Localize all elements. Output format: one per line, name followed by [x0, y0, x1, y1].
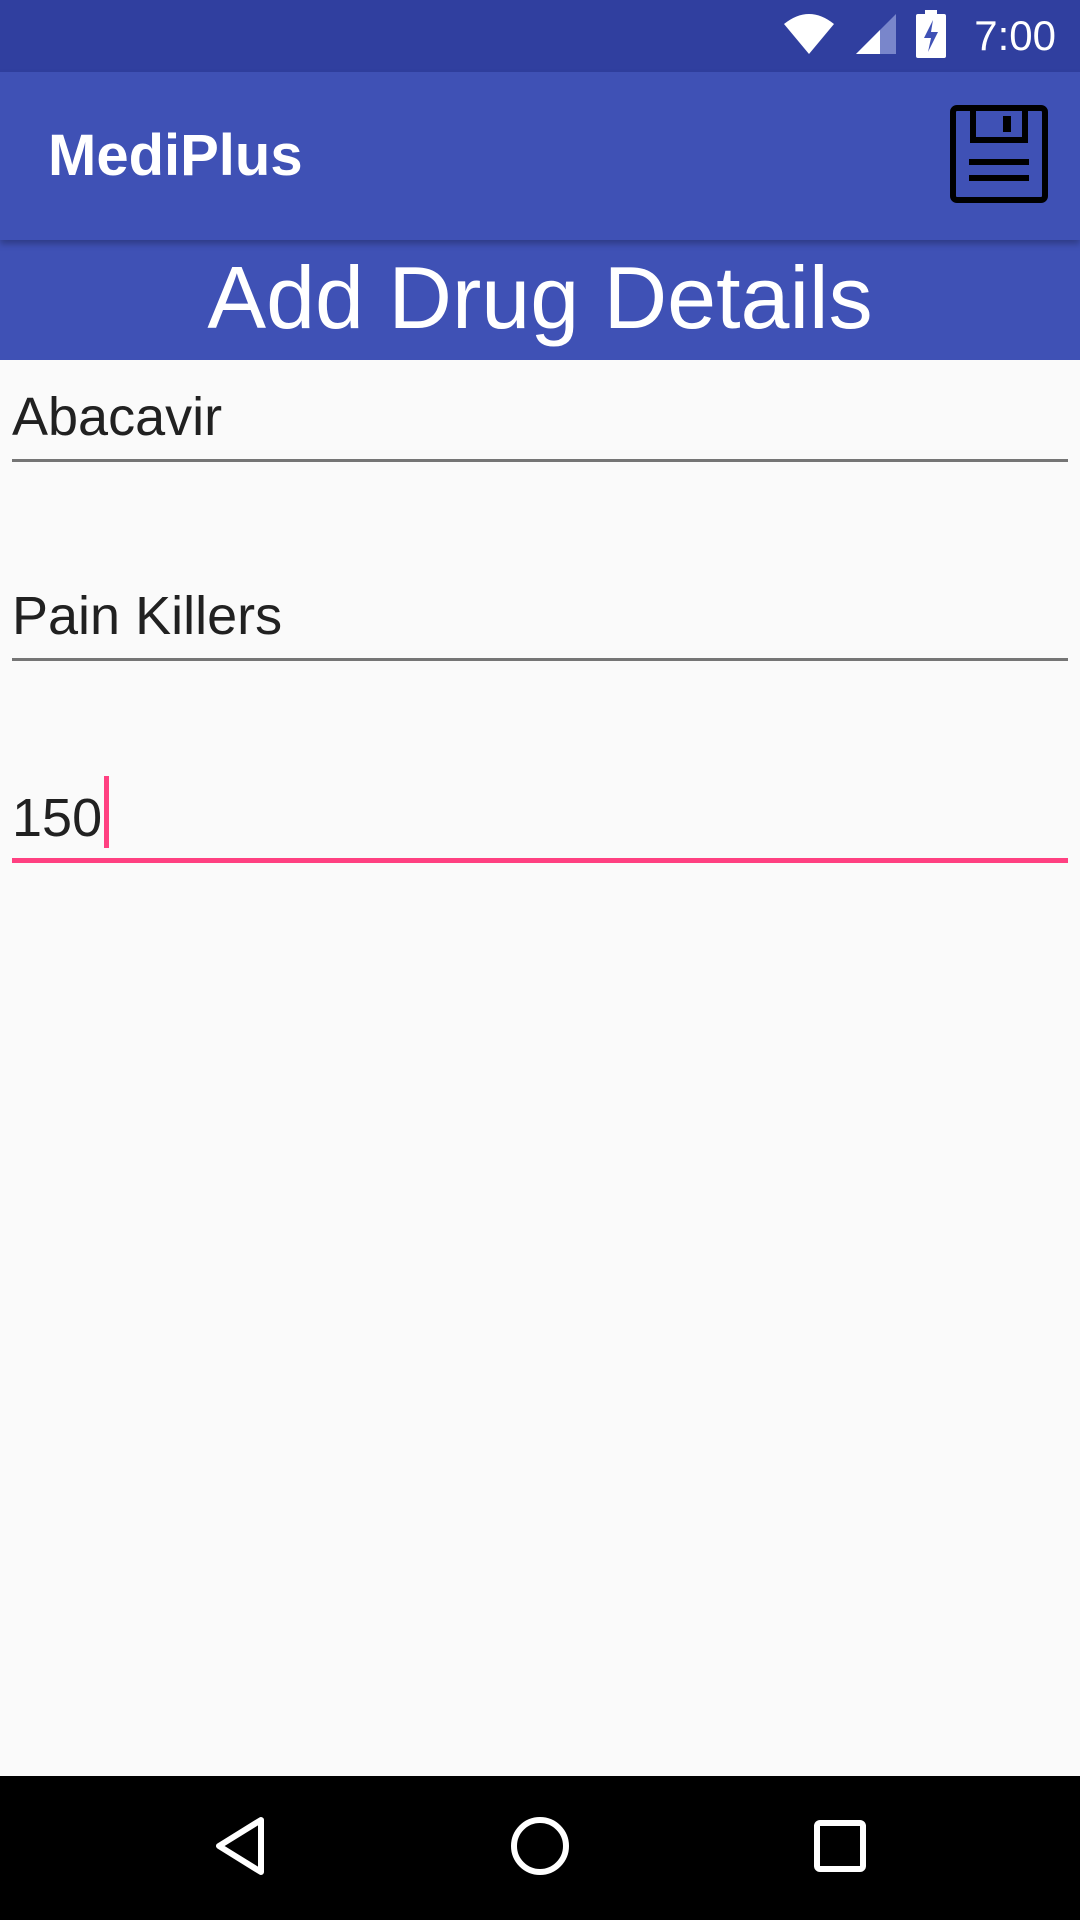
status-icons: 7:00: [782, 0, 1056, 72]
drug-name-value: Abacavir: [12, 387, 223, 447]
drug-quantity-field[interactable]: 150: [12, 776, 1068, 863]
drug-quantity-underline: [12, 858, 1068, 863]
signal-icon: [854, 12, 898, 61]
app-bar: MediPlus: [0, 72, 1080, 240]
save-icon: [949, 104, 1049, 209]
wifi-icon: [782, 12, 836, 61]
home-button[interactable]: [460, 1776, 620, 1920]
back-icon: [211, 1814, 271, 1883]
recents-button[interactable]: [760, 1776, 920, 1920]
drug-name-field[interactable]: Abacavir: [12, 382, 1068, 462]
app-title: MediPlus: [48, 123, 303, 188]
recents-icon: [813, 1819, 867, 1878]
drug-category-value: Pain Killers: [12, 586, 283, 646]
status-bar: 7:00: [0, 0, 1080, 72]
page-title: Add Drug Details: [207, 248, 873, 347]
drug-quantity-value: 150: [12, 788, 103, 848]
battery-charging-icon: [916, 9, 947, 63]
header-banner: Add Drug Details: [0, 240, 1080, 360]
back-button[interactable]: [161, 1776, 321, 1920]
nav-bar: [0, 1776, 1080, 1920]
text-cursor: [104, 776, 110, 848]
screen: 7:00 MediPlus Add Drug Details Abacavir: [0, 0, 1080, 1920]
status-time: 7:00: [974, 12, 1056, 59]
home-icon: [509, 1815, 571, 1882]
drug-name-underline: [12, 459, 1068, 462]
save-button[interactable]: [948, 104, 1050, 209]
drug-category-field[interactable]: Pain Killers: [12, 581, 1068, 661]
drug-category-underline: [12, 658, 1068, 661]
drug-quantity-wrapper: 150: [12, 776, 110, 849]
